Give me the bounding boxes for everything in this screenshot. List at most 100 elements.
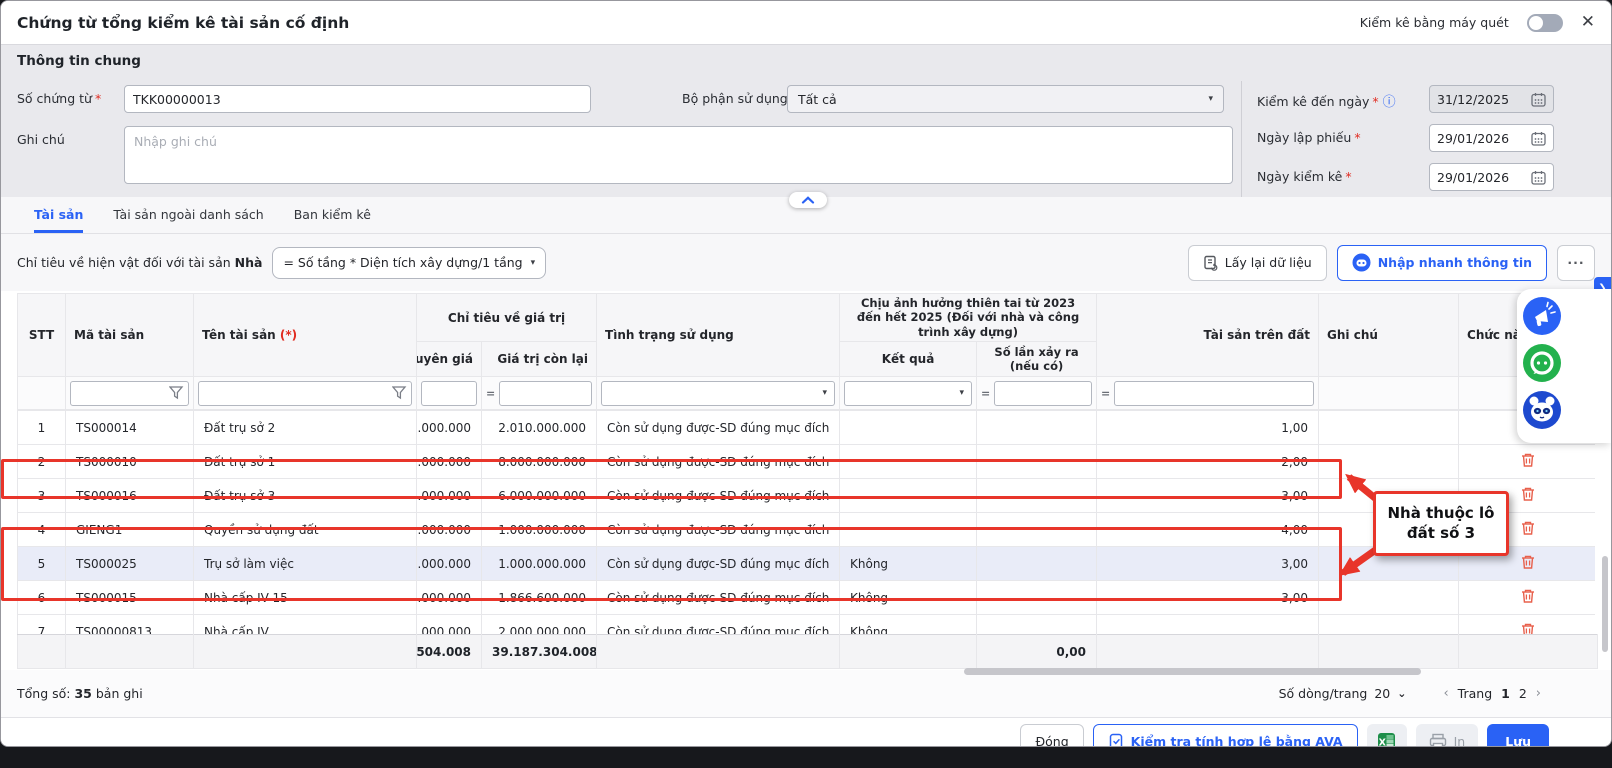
cell-so-lan[interactable]: [977, 411, 1097, 445]
filter-tai-san-tren-dat-input[interactable]: [1114, 381, 1314, 406]
filter-so-lan-input[interactable]: [994, 381, 1092, 406]
cell-ghi-chu[interactable]: [1319, 615, 1459, 635]
col-header-ghi-chu[interactable]: Ghi chú: [1319, 294, 1459, 377]
asset-row[interactable]: 5TS000025Trụ sở làm việc0.000.0001.000.0…: [18, 547, 1596, 581]
cell-tinh-trang[interactable]: Còn sử dụng được-SD đúng mục đích: [597, 479, 840, 513]
cell-ma-tai-san[interactable]: TS000016: [66, 479, 194, 513]
cell-so-lan[interactable]: [977, 615, 1097, 635]
scan-toggle[interactable]: [1527, 14, 1563, 32]
kiem-ke-den-ngay-input[interactable]: 31/12/2025: [1429, 85, 1554, 113]
cell-ket-qua[interactable]: [840, 445, 977, 479]
collapse-header-button[interactable]: [789, 192, 827, 208]
cell-ten-tai-san[interactable]: Đất trụ sở 1: [194, 445, 417, 479]
cell-tai-san-tren-dat[interactable]: 3,00: [1097, 479, 1319, 513]
cell-so-lan[interactable]: [977, 513, 1097, 547]
asset-row[interactable]: 7TS00000813Nhà cấp IV0.000.0002.000.000.…: [18, 615, 1596, 635]
cell-ghi-chu[interactable]: [1319, 581, 1459, 615]
cell-stt[interactable]: 3: [18, 479, 66, 513]
close-button[interactable]: Đóng: [1020, 724, 1083, 747]
cell-tinh-trang[interactable]: Còn sử dụng được-SD đúng mục đích: [597, 445, 840, 479]
cell-ket-qua[interactable]: [840, 479, 977, 513]
cell-gia-tri-con-lai[interactable]: 1.000.000.000: [482, 547, 597, 581]
delete-row-button[interactable]: [1520, 452, 1536, 468]
filter-gia-tri-con-lai-input[interactable]: [499, 381, 592, 406]
cell-tai-san-tren-dat[interactable]: 3,00: [1097, 581, 1319, 615]
col-header-ket-qua[interactable]: Kết quả: [840, 342, 977, 377]
asset-row[interactable]: 2TS000010Đất trụ sở 10.000.0008.000.000.…: [18, 445, 1596, 479]
cell-tinh-trang[interactable]: Còn sử dụng được-SD đúng mục đích: [597, 547, 840, 581]
bo-phan-dropdown[interactable]: Tất cả▾: [787, 85, 1224, 113]
cell-so-lan[interactable]: [977, 581, 1097, 615]
cell-ten-tai-san[interactable]: Quyền sử dụng đất: [194, 513, 417, 547]
cell-ket-qua[interactable]: [840, 513, 977, 547]
filter-ket-qua-dropdown[interactable]: ▾: [844, 381, 972, 406]
cell-ten-tai-san[interactable]: Đất trụ sở 3: [194, 479, 417, 513]
tab-ban-kiem-ke[interactable]: Ban kiểm kê: [294, 197, 371, 233]
chat-support-icon[interactable]: [1523, 344, 1561, 382]
cell-nguyen-gia[interactable]: 0.000.000: [417, 513, 482, 547]
cell-ma-tai-san[interactable]: TS000015: [66, 581, 194, 615]
delete-row-button[interactable]: [1520, 520, 1536, 536]
cell-nguyen-gia[interactable]: 0.000.000: [417, 581, 482, 615]
asset-row[interactable]: 3TS000016Đất trụ sở 30.000.0006.000.000.…: [18, 479, 1596, 513]
cell-ten-tai-san[interactable]: Nhà cấp IV-15: [194, 581, 417, 615]
cell-so-lan[interactable]: [977, 547, 1097, 581]
cell-stt[interactable]: 2: [18, 445, 66, 479]
cell-ten-tai-san[interactable]: Trụ sở làm việc: [194, 547, 417, 581]
col-header-tai-san-tren-dat[interactable]: Tài sản trên đất: [1097, 294, 1319, 377]
cell-stt[interactable]: 7: [18, 615, 66, 635]
ghi-chu-textarea[interactable]: [124, 126, 1233, 184]
cell-gia-tri-con-lai[interactable]: 2.010.000.000: [482, 411, 597, 445]
delete-row-button[interactable]: [1520, 622, 1536, 634]
cell-nguyen-gia[interactable]: 0.000.000: [417, 615, 482, 635]
more-actions-button[interactable]: ···: [1557, 245, 1595, 281]
cell-tai-san-tren-dat[interactable]: 4,00: [1097, 513, 1319, 547]
asset-row[interactable]: 6TS000015Nhà cấp IV-150.000.0001.866.600…: [18, 581, 1596, 615]
cell-ma-tai-san[interactable]: TS00000813: [66, 615, 194, 635]
cell-ten-tai-san[interactable]: Đất trụ sở 2: [194, 411, 417, 445]
cell-ma-tai-san[interactable]: TS000014: [66, 411, 194, 445]
validate-ava-button[interactable]: Kiểm tra tính hợp lệ bằng AVA: [1093, 724, 1358, 747]
cell-ket-qua[interactable]: Không: [840, 581, 977, 615]
cell-gia-tri-con-lai[interactable]: 1.866.600.000: [482, 581, 597, 615]
page-1-button[interactable]: 1: [1501, 686, 1510, 701]
cell-stt[interactable]: 6: [18, 581, 66, 615]
page-2-button[interactable]: 2: [1519, 686, 1527, 701]
ngay-kiem-ke-input[interactable]: 29/01/2026: [1429, 163, 1554, 191]
cell-gia-tri-con-lai[interactable]: 6.000.000.000: [482, 479, 597, 513]
panda-assistant-icon[interactable]: [1523, 391, 1561, 429]
so-chung-tu-input[interactable]: [124, 85, 591, 113]
cell-tinh-trang[interactable]: Còn sử dụng được-SD đúng mục đích: [597, 411, 840, 445]
delete-row-button[interactable]: [1520, 554, 1536, 570]
col-header-ma-tai-san[interactable]: Mã tài sản: [66, 294, 194, 377]
cell-tinh-trang[interactable]: Còn sử dụng được-SD đúng mục đích: [597, 513, 840, 547]
export-excel-button[interactable]: X: [1367, 724, 1407, 747]
tab-tai-san-ngoai-danh-sach[interactable]: Tài sản ngoài danh sách: [113, 197, 263, 233]
tab-tai-san[interactable]: Tài sản: [34, 197, 83, 233]
cell-stt[interactable]: 1: [18, 411, 66, 445]
col-header-tinh-trang[interactable]: Tình trạng sử dụng: [597, 294, 840, 377]
col-header-ten-tai-san[interactable]: Tên tài sản (*): [194, 294, 417, 377]
cell-ket-qua[interactable]: [840, 411, 977, 445]
cell-so-lan[interactable]: [977, 479, 1097, 513]
print-button[interactable]: In: [1416, 724, 1479, 747]
cell-tai-san-tren-dat[interactable]: 2,00: [1097, 445, 1319, 479]
filter-tinh-trang-dropdown[interactable]: ▾: [601, 381, 835, 406]
rows-per-page-select[interactable]: Số dòng/trang 20 ⌄: [1279, 686, 1407, 701]
cell-ket-qua[interactable]: Không: [840, 547, 977, 581]
cell-tai-san-tren-dat[interactable]: 1,00: [1097, 411, 1319, 445]
cell-gia-tri-con-lai[interactable]: 1.000.000.000: [482, 513, 597, 547]
cell-ma-tai-san[interactable]: GIENG1: [66, 513, 194, 547]
delete-row-button[interactable]: [1520, 486, 1536, 502]
cell-stt[interactable]: 4: [18, 513, 66, 547]
reload-data-button[interactable]: Lấy lại dữ liệu: [1188, 245, 1327, 281]
col-header-gia-tri-con-lai[interactable]: Giá trị còn lại: [482, 342, 597, 377]
cell-tai-san-tren-dat[interactable]: [1097, 615, 1319, 635]
cell-nguyen-gia[interactable]: 0.000.000: [417, 479, 482, 513]
prev-page-button[interactable]: ‹: [1443, 686, 1448, 701]
cell-nguyen-gia[interactable]: 0.000.000: [417, 547, 482, 581]
cell-gia-tri-con-lai[interactable]: 8.000.000.000: [482, 445, 597, 479]
quick-input-button[interactable]: Nhập nhanh thông tin: [1337, 245, 1547, 281]
cell-ghi-chu[interactable]: [1319, 411, 1459, 445]
cell-gia-tri-con-lai[interactable]: 2.000.000.000: [482, 615, 597, 635]
